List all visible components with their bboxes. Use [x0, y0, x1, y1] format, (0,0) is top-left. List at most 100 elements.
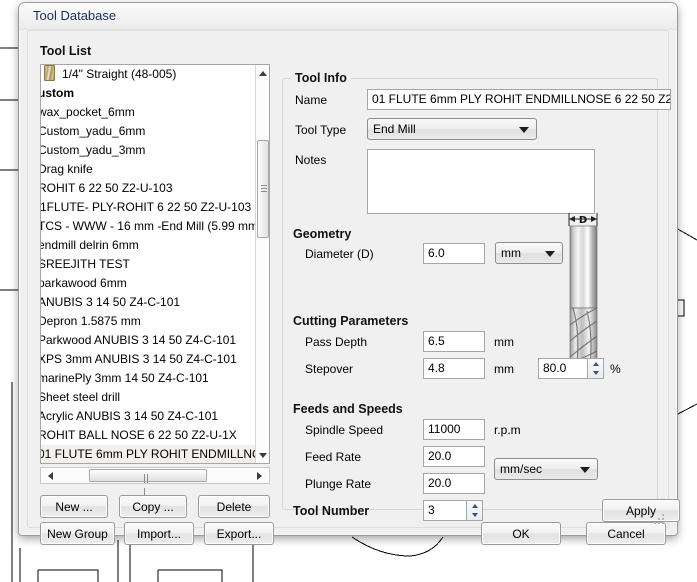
- tool-number-input[interactable]: 3: [423, 500, 467, 521]
- resize-grip-icon[interactable]: [652, 512, 664, 524]
- diameter-unit-select[interactable]: mm: [495, 242, 563, 264]
- scroll-up-arrow-icon[interactable]: [256, 65, 269, 81]
- list-item[interactable]: 1FLUTE- PLY-ROHIT 6 22 50 Z2-U-103: [41, 198, 255, 217]
- list-item-label: SREEJITH TEST: [41, 257, 130, 271]
- export-button[interactable]: Export...: [204, 522, 274, 545]
- apply-button[interactable]: Apply: [602, 499, 680, 522]
- stepover-percent-stepper[interactable]: [588, 358, 604, 379]
- list-item-label: parkawood 6mm: [41, 276, 127, 290]
- pass-depth-label: Pass Depth: [305, 335, 368, 349]
- tool-list-horizontal-scrollbar[interactable]: [40, 467, 270, 497]
- list-item[interactable]: ANUBIS 3 14 50 Z4-C-101: [41, 293, 255, 312]
- tool-list-vertical-scrollbar[interactable]: [255, 65, 269, 463]
- list-item[interactable]: ROHIT BALL NOSE 6 22 50 Z2-U-1X: [41, 426, 255, 445]
- diameter-dimension-label: D: [579, 215, 587, 226]
- percent-symbol: %: [610, 362, 621, 376]
- notes-textarea[interactable]: [367, 149, 595, 214]
- dialog-client-area: Tool List 1/4" Straight (48-005) ustom wax…: [27, 30, 680, 545]
- list-item[interactable]: parkawood 6mm: [41, 274, 255, 293]
- list-item[interactable]: TCS - WWW - 16 mm -End Mill (5.99 mm): [41, 217, 255, 236]
- chevron-down-icon: [519, 127, 529, 133]
- list-item[interactable]: Depron 1.5875 mm: [41, 312, 255, 331]
- copy-button[interactable]: Copy ...: [119, 495, 187, 518]
- list-item[interactable]: 1/4" Straight (48-005): [41, 65, 255, 84]
- list-item-label: Depron 1.5875 mm: [41, 314, 141, 328]
- list-item[interactable]: ustom: [41, 84, 255, 103]
- feeds-and-speeds-heading: Feeds and Speeds: [293, 402, 403, 416]
- notes-label: Notes: [295, 153, 327, 167]
- list-item[interactable]: marinePly 3mm 14 50 Z4-C-101: [41, 369, 255, 388]
- list-item-label: ROHIT 6 22 50 Z2-U-103: [41, 181, 173, 195]
- list-item-label: XPS 3mm ANUBIS 3 14 50 Z4-C-101: [41, 352, 237, 366]
- delete-button[interactable]: Delete: [198, 495, 270, 518]
- stepover-label: Stepover: [305, 362, 354, 376]
- list-item-label: ROHIT BALL NOSE 6 22 50 Z2-U-1X: [41, 428, 237, 442]
- list-item-label: Acrylic ANUBIS 3 14 50 Z4-C-101: [41, 409, 219, 423]
- list-item-label: endmill delrin 6mm: [41, 238, 139, 252]
- window-title: Tool Database: [19, 3, 677, 30]
- list-item[interactable]: Parkwood ANUBIS 3 14 50 Z4-C-101: [41, 331, 255, 350]
- stepper-down-icon[interactable]: [588, 369, 603, 379]
- scroll-left-arrow-icon[interactable]: [41, 468, 56, 483]
- list-item[interactable]: SREEJITH TEST: [41, 255, 255, 274]
- stepper-up-icon[interactable]: [467, 501, 482, 511]
- list-item-label: 01 FLUTE 6mm PLY ROHIT ENDMILLNOSE 6: [41, 447, 255, 461]
- list-item[interactable]: Sheet steel drill: [41, 388, 255, 407]
- tool-type-select[interactable]: End Mill: [367, 118, 537, 140]
- list-item[interactable]: ROHIT 6 22 50 Z2-U-103: [41, 179, 255, 198]
- list-item[interactable]: 01 FLUTE 6mm PLY ROHIT ENDMILLNOSE 6: [41, 445, 255, 463]
- horizontal-scrollbar-thumb[interactable]: [89, 469, 207, 497]
- tool-info-group: Tool Info Name 01 FLUTE 6mm PLY ROHIT EN…: [282, 71, 680, 522]
- list-item-label: marinePly 3mm 14 50 Z4-C-101: [41, 371, 209, 385]
- stepper-up-icon[interactable]: [588, 359, 603, 369]
- new-button[interactable]: New ...: [40, 495, 108, 518]
- spindle-speed-label: Spindle Speed: [305, 423, 384, 437]
- list-item-label: wax_pocket_6mm: [41, 105, 135, 119]
- stepover-input[interactable]: 4.8: [423, 358, 485, 379]
- feed-rate-label: Feed Rate: [305, 450, 362, 464]
- list-item[interactable]: wax_pocket_6mm: [41, 103, 255, 122]
- tool-type-label: Tool Type: [295, 123, 347, 137]
- drill-bit-icon: [44, 65, 55, 81]
- spindle-speed-input[interactable]: 11000: [423, 419, 485, 440]
- spindle-speed-unit: r.p.m: [494, 423, 521, 437]
- diameter-input[interactable]: 6.0: [423, 243, 485, 264]
- list-item[interactable]: Acrylic ANUBIS 3 14 50 Z4-C-101: [41, 407, 255, 426]
- feed-rate-input[interactable]: 20.0: [423, 446, 485, 467]
- list-item-label: TCS - WWW - 16 mm -End Mill (5.99 mm): [41, 219, 255, 233]
- list-item-label: Parkwood ANUBIS 3 14 50 Z4-C-101: [41, 333, 237, 347]
- list-item[interactable]: Custom_yadu_3mm: [41, 141, 255, 160]
- tool-number-stepper[interactable]: [467, 500, 483, 521]
- feed-rate-unit-select[interactable]: mm/sec: [494, 458, 598, 480]
- scroll-down-arrow-icon[interactable]: [256, 447, 269, 463]
- plunge-rate-input[interactable]: 20.0: [423, 473, 485, 494]
- tool-list-items[interactable]: 1/4" Straight (48-005) ustom wax_pocket_6m…: [41, 65, 255, 463]
- chevron-down-icon: [580, 467, 590, 473]
- vertical-scrollbar-thumb[interactable]: [257, 140, 269, 238]
- ok-button[interactable]: OK: [481, 522, 561, 545]
- tool-list-box[interactable]: 1/4" Straight (48-005) ustom wax_pocket_6m…: [40, 64, 270, 464]
- list-item[interactable]: XPS 3mm ANUBIS 3 14 50 Z4-C-101: [41, 350, 255, 369]
- scroll-right-arrow-icon[interactable]: [254, 468, 269, 483]
- stepper-down-icon[interactable]: [467, 511, 482, 521]
- list-item[interactable]: endmill delrin 6mm: [41, 236, 255, 255]
- list-item-label: 1/4" Straight (48-005): [62, 67, 177, 81]
- stepover-percent-input[interactable]: 80.0: [538, 358, 588, 379]
- diameter-label: Diameter (D): [305, 247, 374, 261]
- import-button[interactable]: Import...: [124, 522, 194, 545]
- tool-database-dialog: Tool Database Tool List 1/4" Straight (4…: [18, 2, 680, 545]
- list-item-label: Custom_yadu_6mm: [41, 124, 146, 138]
- cancel-button[interactable]: Cancel: [586, 522, 666, 545]
- list-item[interactable]: Drag knife: [41, 160, 255, 179]
- stepover-unit: mm: [494, 362, 514, 376]
- list-item-label: ANUBIS 3 14 50 Z4-C-101: [41, 295, 181, 309]
- new-group-button[interactable]: New Group: [40, 522, 115, 545]
- name-input[interactable]: 01 FLUTE 6mm PLY ROHIT ENDMILLNOSE 6 22 …: [367, 89, 671, 110]
- chevron-down-icon: [545, 251, 555, 257]
- plunge-rate-label: Plunge Rate: [305, 477, 372, 491]
- pass-depth-input[interactable]: 6.5: [423, 331, 485, 352]
- list-item-label: 1FLUTE- PLY-ROHIT 6 22 50 Z2-U-103: [41, 200, 252, 214]
- list-item[interactable]: Custom_yadu_6mm: [41, 122, 255, 141]
- feed-rate-unit-value: mm/sec: [500, 462, 542, 476]
- tool-preview-image: D: [547, 207, 643, 377]
